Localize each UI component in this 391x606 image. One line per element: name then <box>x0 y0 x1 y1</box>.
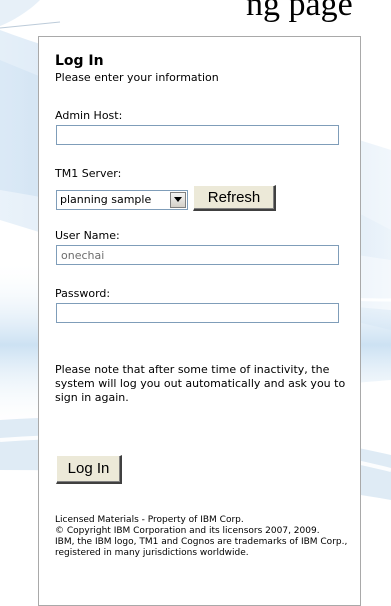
login-subtitle: Please enter your information <box>55 71 219 84</box>
admin-host-input[interactable] <box>56 125 339 145</box>
refresh-button[interactable]: Refresh <box>193 185 276 211</box>
password-input[interactable] <box>56 303 339 323</box>
inactivity-note: Please note that after some time of inac… <box>55 363 346 404</box>
chevron-down-icon[interactable] <box>170 192 186 208</box>
tm1-server-label: TM1 Server: <box>55 167 122 180</box>
legal-line-3: IBM, the IBM logo, TM1 and Cognos are tr… <box>55 537 348 558</box>
login-button[interactable]: Log In <box>56 455 122 484</box>
legal-line-2: © Copyright IBM Corporation and its lice… <box>55 526 320 536</box>
tm1-server-selected-value: planning sample <box>60 193 152 206</box>
login-title: Log In <box>55 53 104 69</box>
user-name-label: User Name: <box>55 229 120 242</box>
tm1-server-select[interactable]: planning sample <box>56 190 188 210</box>
legal-notice: Licensed Materials - Property of IBM Cor… <box>55 515 355 559</box>
admin-host-label: Admin Host: <box>55 109 123 122</box>
page-heading-fragment: ng page <box>246 0 353 23</box>
login-panel: Log In Please enter your information Adm… <box>38 36 361 606</box>
legal-line-1: Licensed Materials - Property of IBM Cor… <box>55 515 244 525</box>
user-name-input[interactable] <box>56 245 339 265</box>
password-label: Password: <box>55 287 111 300</box>
